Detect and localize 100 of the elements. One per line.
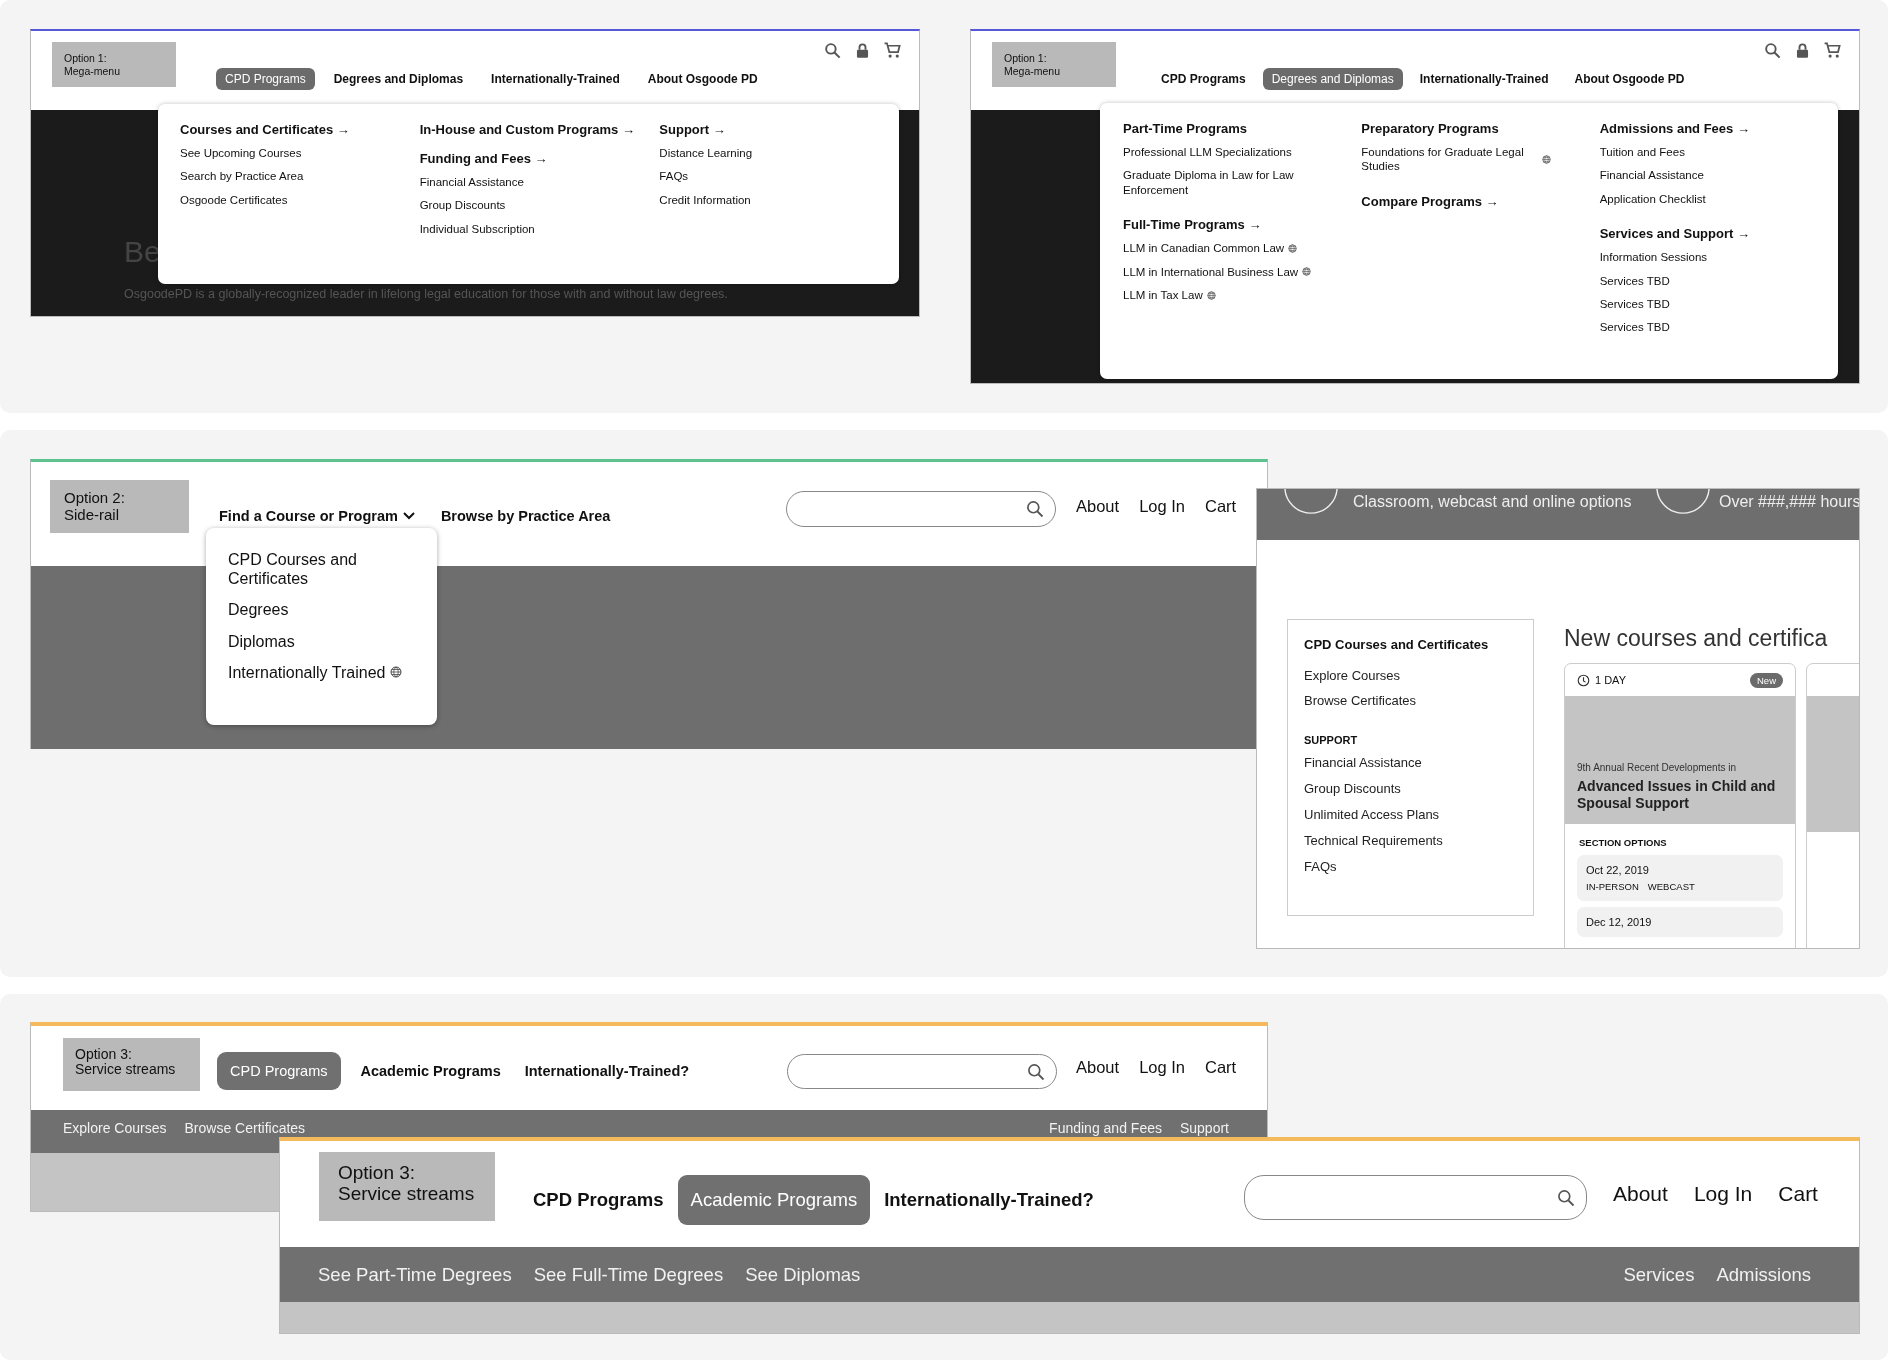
menu-item[interactable]: LLM in Tax Law bbox=[1123, 287, 1216, 303]
menu-item[interactable]: FAQs bbox=[659, 169, 689, 184]
nav-tab[interactable]: About Osgoode PD bbox=[638, 68, 767, 90]
menu-item[interactable]: Graduate Diploma in Law for Law Enforcement bbox=[1123, 168, 1313, 198]
menu-item[interactable]: Osgoode Certificates bbox=[180, 192, 288, 208]
side-rail-link[interactable]: Technical Requirements bbox=[1304, 833, 1443, 848]
nav-tab[interactable]: Internationally-Trained? bbox=[884, 1175, 1094, 1225]
search-field[interactable] bbox=[787, 1054, 1057, 1089]
nav-tab[interactable]: Internationally-Trained? bbox=[520, 1052, 694, 1090]
side-rail-link[interactable]: FAQs bbox=[1304, 859, 1337, 874]
menu-heading[interactable]: Services and Support → bbox=[1599, 226, 1750, 242]
section-option[interactable]: Oct 22, 2019 IN-PERSON WEBCAST bbox=[1577, 855, 1783, 901]
side-rail-link[interactable]: Group Discounts bbox=[1304, 781, 1401, 796]
new-badge: New bbox=[1750, 672, 1783, 688]
header-link[interactable]: About bbox=[1076, 497, 1120, 516]
sub-nav-link[interactable]: Explore Courses bbox=[63, 1120, 167, 1136]
menu-heading[interactable]: In-House and Custom Programs → bbox=[419, 122, 635, 137]
duration: 1 DAY bbox=[1595, 674, 1626, 686]
menu-item[interactable]: Group Discounts bbox=[419, 198, 506, 213]
menu-item[interactable]: Services TBD bbox=[1599, 296, 1670, 312]
menu-item[interactable]: LLM in Canadian Common Law bbox=[1123, 241, 1298, 256]
cart-icon[interactable] bbox=[1823, 41, 1842, 60]
side-rail-heading: SUPPORT bbox=[1304, 734, 1358, 746]
header-link[interactable]: Cart bbox=[1205, 497, 1237, 516]
menu-heading[interactable]: Part-Time Programs bbox=[1123, 121, 1248, 136]
menu-item[interactable]: Professional LLM Specializations bbox=[1123, 145, 1292, 160]
menu-item[interactable]: Degrees bbox=[228, 600, 421, 620]
options-heading: SECTION OPTIONS bbox=[1579, 837, 1668, 848]
nav-tab[interactable]: CPD Programs bbox=[1152, 68, 1255, 90]
side-rail-link[interactable]: Unlimited Access Plans bbox=[1304, 807, 1440, 822]
menu-heading[interactable]: Compare Programs → bbox=[1361, 193, 1499, 209]
sub-nav-link[interactable]: See Full-Time Degrees bbox=[533, 1263, 724, 1286]
sub-nav-link[interactable]: Browse Certificates bbox=[184, 1120, 306, 1136]
menu-item[interactable]: Credit Information bbox=[659, 192, 751, 208]
search-field[interactable] bbox=[786, 491, 1056, 527]
menu-item[interactable]: Application Checklist bbox=[1599, 191, 1706, 207]
menu-item[interactable]: CPD Courses and Certificates bbox=[228, 550, 421, 589]
nav-tab[interactable]: CPD Programs bbox=[216, 68, 315, 90]
menu-heading[interactable]: Admissions and Fees → bbox=[1599, 121, 1750, 136]
banner-text: Classroom, webcast and online options bbox=[1353, 493, 1632, 511]
menu-item[interactable]: Foundations for Graduate Legal Studies bbox=[1361, 145, 1552, 174]
side-rail-link[interactable]: Financial Assistance bbox=[1304, 755, 1422, 770]
sub-nav-link[interactable]: Funding and Fees bbox=[1049, 1120, 1162, 1136]
nav-tab[interactable]: Degrees and Diplomas bbox=[324, 68, 473, 90]
menu-heading[interactable]: Preparatory Programs bbox=[1361, 121, 1499, 136]
menu-item[interactable]: LLM in International Business Law bbox=[1123, 264, 1312, 279]
option-label: Option 1: Mega-menu bbox=[52, 42, 176, 87]
menu-item[interactable]: Internationally Trained bbox=[228, 662, 421, 682]
course-card[interactable]: 1 DAY New 9th Annual Recent Developments in Advanced Issues in Child and Spousal Support SECTION OPTIONS Oct 22, 2019 IN-PERSON WEBCAST Dec 12, 2019 bbox=[1564, 663, 1796, 948]
header-link[interactable]: About bbox=[1076, 1058, 1120, 1077]
sub-nav-link[interactable]: Admissions bbox=[1716, 1263, 1811, 1286]
nav-tab[interactable]: CPD Programs bbox=[217, 1052, 341, 1090]
format-tag: WEBCAST bbox=[1647, 881, 1695, 892]
sub-nav-link[interactable]: See Diplomas bbox=[745, 1263, 861, 1286]
nav-tab[interactable]: About Osgoode PD bbox=[1565, 68, 1694, 90]
nav-link[interactable]: Browse by Practice Area bbox=[440, 508, 611, 524]
sub-nav-link[interactable]: Support bbox=[1179, 1120, 1229, 1136]
sub-nav-link[interactable]: Services bbox=[1623, 1263, 1695, 1286]
cart-icon[interactable] bbox=[883, 41, 902, 60]
search-icon bbox=[1556, 1187, 1576, 1208]
header-link[interactable]: Log In bbox=[1139, 497, 1185, 516]
menu-item[interactable]: Individual Subscription bbox=[419, 221, 535, 237]
section-option[interactable]: Dec 12, 2019 bbox=[1577, 907, 1783, 937]
header-link[interactable]: About bbox=[1613, 1182, 1668, 1206]
side-rail-link[interactable]: Browse Certificates bbox=[1304, 693, 1416, 708]
nav-tab[interactable]: Academic Programs bbox=[677, 1175, 871, 1225]
nav-tab[interactable]: Degrees and Diplomas bbox=[1262, 68, 1403, 90]
search-icon[interactable] bbox=[1763, 41, 1782, 60]
menu-item[interactable]: Services TBD bbox=[1599, 273, 1670, 288]
menu-heading[interactable]: Courses and Certificates → bbox=[180, 122, 350, 137]
menu-item[interactable]: Diplomas bbox=[228, 631, 421, 651]
header-link[interactable]: Cart bbox=[1205, 1058, 1237, 1077]
clock-icon bbox=[1577, 673, 1590, 687]
header-link[interactable]: Log In bbox=[1693, 1182, 1753, 1206]
nav-tab[interactable]: Internationally-Trained bbox=[1410, 68, 1558, 90]
header-link[interactable]: Cart bbox=[1778, 1182, 1818, 1206]
menu-heading[interactable]: Funding and Fees → bbox=[419, 151, 548, 166]
sub-nav-link[interactable]: See Part-Time Degrees bbox=[318, 1263, 512, 1286]
header-link[interactable]: Log In bbox=[1139, 1058, 1185, 1077]
nav-tab[interactable]: CPD Programs bbox=[533, 1175, 664, 1225]
search-field[interactable] bbox=[1244, 1175, 1587, 1220]
menu-heading[interactable]: Support → bbox=[659, 122, 726, 137]
menu-item[interactable]: Information Sessions bbox=[1599, 250, 1708, 265]
menu-item[interactable]: See Upcoming Courses bbox=[180, 146, 302, 161]
banner-text: Over ###,### hours bbox=[1719, 493, 1859, 511]
nav-dropdown[interactable]: Find a Course or Program bbox=[219, 508, 415, 524]
nav-tab[interactable]: Internationally-Trained bbox=[482, 68, 629, 90]
menu-heading[interactable]: Full-Time Programs → bbox=[1123, 217, 1262, 233]
menu-item[interactable]: Distance Learning bbox=[659, 146, 753, 161]
search-icon bbox=[1026, 1061, 1046, 1082]
menu-item[interactable]: Tuition and Fees bbox=[1599, 145, 1685, 160]
chevron-icon bbox=[402, 512, 415, 520]
menu-item[interactable]: Financial Assistance bbox=[1599, 168, 1704, 183]
section-title: New courses and certifica bbox=[1564, 625, 1828, 652]
menu-item[interactable]: Services TBD bbox=[1599, 320, 1670, 335]
nav-tab[interactable]: Academic Programs bbox=[356, 1052, 505, 1090]
side-rail-link[interactable]: Explore Courses bbox=[1304, 668, 1401, 683]
menu-item[interactable]: Financial Assistance bbox=[419, 175, 524, 190]
search-icon[interactable] bbox=[823, 41, 842, 60]
menu-item[interactable]: Search by Practice Area bbox=[180, 169, 304, 184]
